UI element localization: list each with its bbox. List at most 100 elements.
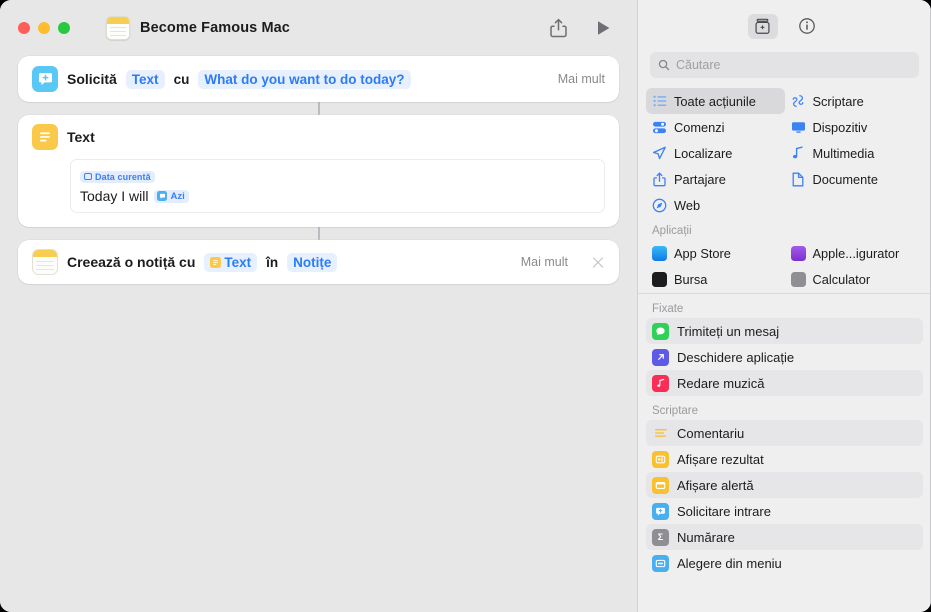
list-item[interactable]: Trimiteți un mesaj [646,318,923,344]
category-documents[interactable]: Documente [785,166,924,192]
zoom-window-button[interactable] [58,22,70,34]
comment-icon [652,425,669,442]
parameter-token-target[interactable]: Notițe [287,252,338,272]
list-item-label: Deschidere aplicație [677,349,795,365]
date-token-icon [84,173,92,180]
music-note-icon [791,146,806,160]
list-item[interactable]: Comentariu [646,420,923,446]
workflow-canvas: Solicită Text cu What do you want to do … [0,56,637,612]
share-icon [652,172,667,187]
list-item[interactable]: Σ Numărare [646,524,923,550]
category-sharing[interactable]: Partajare [646,166,785,192]
list-item-label: Alegere din meniu [677,555,782,571]
action-conjunction: în [266,254,279,270]
page-title: Become Famous Mac [140,20,290,36]
safari-compass-icon [652,198,667,213]
app-label: Apple...igurator [812,245,900,261]
music-icon [652,374,669,392]
parameter-token-input[interactable]: Text [204,252,258,272]
category-shortcuts[interactable]: Comenzi [646,114,785,140]
list-item[interactable]: Deschidere aplicație [646,344,923,370]
location-arrow-icon [652,146,667,160]
info-button[interactable] [792,14,822,39]
category-web[interactable]: Web [646,192,785,218]
category-media[interactable]: Multimedia [785,140,924,166]
document-icon [791,172,806,187]
shortcut-editor-pane: Become Famous Mac Solicită Text cu What … [0,0,637,612]
text-action-body: Data curentă Today I will Azi [18,159,619,227]
action-verb: Creează o notiță cu [67,254,196,270]
show-result-icon [652,450,669,468]
text-action-icon [32,124,58,150]
app-calculator[interactable]: Calculator [785,266,924,291]
notes-icon [106,16,130,40]
notes-app-icon [32,249,58,275]
app-label: Calculator [812,271,871,287]
search-container: Căutare [638,52,931,88]
list-item-label: Comentariu [677,425,745,441]
list-item-label: Afișare rezultat [677,451,764,467]
apple-configurator-icon [790,245,806,261]
ask-for-input-icon [32,66,58,92]
titlebar: Become Famous Mac [0,0,637,56]
search-input[interactable]: Căutare [676,58,720,72]
titlebar-actions [550,18,619,38]
parameter-token-prompt[interactable]: What do you want to do today? [198,69,411,89]
app-apple-configurator[interactable]: Apple...igurator [785,240,924,266]
action-conjunction: cu [173,71,190,87]
text-value: Today I will [80,188,149,204]
search-bar[interactable]: Căutare [650,52,919,78]
action-library-button[interactable] [747,13,778,39]
close-icon[interactable] [591,255,605,269]
list-item-label: Redare muzică [677,375,765,391]
variable-token-today[interactable]: Azi [154,189,189,203]
categories-scroll-area[interactable]: Toate acțiunile Scriptare Comenzi Dispoz… [638,88,931,291]
category-label: Comenzi [674,119,725,135]
app-store-icon [652,245,667,261]
more-button[interactable]: Mai mult [558,72,605,86]
display-icon [791,121,806,134]
category-scripting[interactable]: Scriptare [785,88,924,114]
action-verb: Solicită [67,71,117,87]
list-item[interactable]: Afișare alertă [646,472,923,498]
action-card-text[interactable]: Text Data curentă Today I will Azi [18,115,619,227]
category-all-actions[interactable]: Toate acțiunile [646,88,785,114]
more-button[interactable]: Mai mult [521,255,568,269]
scripting-icon [791,94,806,108]
minimize-window-button[interactable] [38,22,50,34]
list-bullet-icon [652,95,667,107]
today-token-icon [157,191,168,201]
category-label: Toate acțiunile [674,93,756,109]
actions-list-pane[interactable]: Fixate Trimiteți un mesaj Deschidere apl… [638,294,931,612]
share-icon[interactable] [550,18,567,38]
category-label: Documente [812,171,878,187]
calculator-icon [790,271,806,287]
close-window-button[interactable] [18,22,30,34]
list-item[interactable]: Redare muzică [646,370,923,396]
category-label: Multimedia [812,145,875,161]
messages-icon [652,322,669,340]
play-icon[interactable] [597,20,611,36]
category-device[interactable]: Dispozitiv [785,114,924,140]
list-item[interactable]: Alegere din meniu [646,550,923,576]
app-app-store[interactable]: App Store [646,240,785,266]
count-sigma-icon: Σ [652,528,669,546]
text-token-icon [210,256,222,268]
action-card-ask-for-input[interactable]: Solicită Text cu What do you want to do … [18,56,619,102]
action-library-sidebar: Căutare Toate acțiunile Scriptare Comenz… [637,0,931,612]
pinned-section-header: Fixate [652,303,684,315]
parameter-token-type[interactable]: Text [125,69,165,89]
text-input-field[interactable]: Data curentă Today I will Azi [70,159,605,213]
shortcuts-window: Become Famous Mac Solicită Text cu What … [0,0,931,612]
text-line: Today I will Azi [80,188,595,204]
open-app-icon [652,348,669,366]
category-location[interactable]: Localizare [646,140,785,166]
list-item-label: Afișare alertă [677,477,754,493]
action-title: Text [67,129,95,145]
action-card-create-note[interactable]: Creează o notiță cu Text în Notițe Mai m… [18,240,619,284]
variable-token-current-date[interactable]: Data curentă [80,170,155,183]
list-item[interactable]: Afișare rezultat [646,446,923,472]
app-stocks[interactable]: Bursa [646,266,785,291]
list-item[interactable]: Solicitare intrare [646,498,923,524]
stocks-icon [652,271,667,287]
